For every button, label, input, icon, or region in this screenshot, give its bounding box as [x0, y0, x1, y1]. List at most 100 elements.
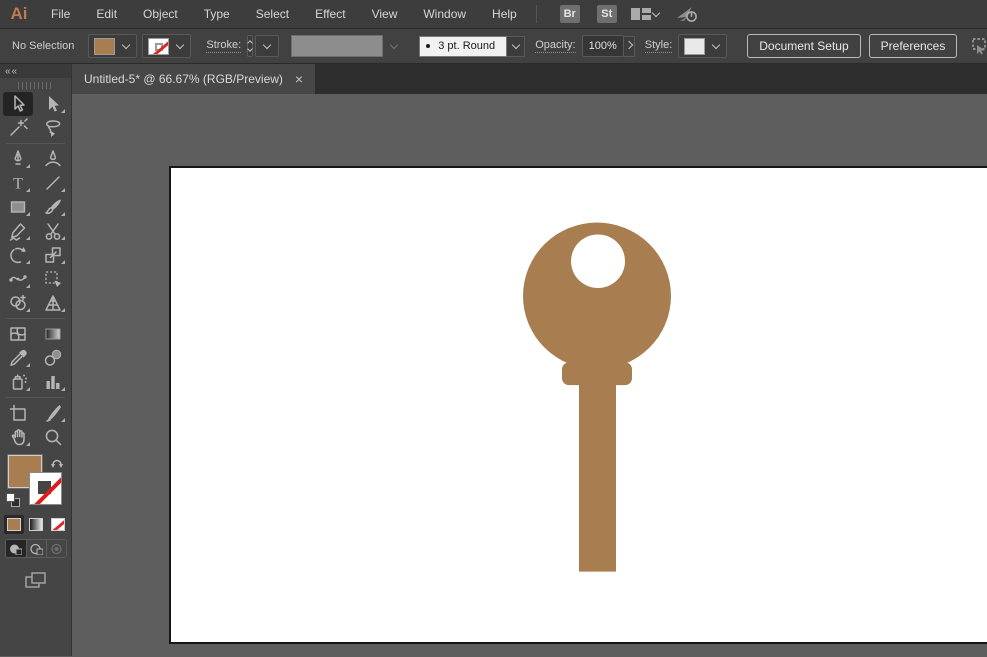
blend-tool[interactable]	[38, 346, 68, 370]
artboard-tool[interactable]	[3, 401, 33, 425]
select-similar-dropdown[interactable]	[969, 37, 987, 55]
illustrator-logo: Ai	[0, 4, 38, 24]
free-transform-tool[interactable]	[38, 267, 68, 291]
shaper-tool[interactable]	[3, 219, 33, 243]
preferences-button[interactable]: Preferences	[869, 34, 958, 58]
document-setup-button[interactable]: Document Setup	[747, 34, 860, 58]
brush-definition-field[interactable]: 3 pt. Round	[419, 36, 507, 57]
document-tab-bar: Untitled-5* @ 66.67% (RGB/Preview) ×	[72, 64, 987, 94]
default-fill-stroke-button[interactable]	[6, 493, 20, 507]
gpu-performance-icon	[675, 5, 699, 23]
style-label: Style:	[645, 39, 673, 53]
graphic-style-dropdown[interactable]	[678, 34, 727, 58]
menu-file[interactable]: File	[38, 1, 83, 27]
menu-object[interactable]: Object	[130, 1, 191, 27]
opacity-label[interactable]: Opacity:	[535, 39, 575, 53]
pen-tool[interactable]	[3, 147, 33, 171]
fill-color-swatch	[94, 38, 115, 55]
zoom-tool[interactable]	[38, 425, 68, 449]
canvas-column: Untitled-5* @ 66.67% (RGB/Preview) ×	[72, 64, 987, 656]
type-tool[interactable]: T	[3, 171, 33, 195]
magic-wand-tool[interactable]	[3, 116, 33, 140]
tools-panel-grip[interactable]	[18, 81, 53, 90]
draw-behind-icon	[30, 543, 43, 555]
menu-edit[interactable]: Edit	[83, 1, 130, 27]
draw-normal-button[interactable]	[6, 540, 26, 557]
chevron-down-icon	[511, 41, 519, 49]
menu-effect[interactable]: Effect	[302, 1, 358, 27]
artboard[interactable]	[169, 166, 987, 644]
stroke-weight-combobox[interactable]	[255, 35, 279, 57]
symbol-sprayer-tool[interactable]	[3, 370, 33, 394]
hand-tool[interactable]	[3, 425, 33, 449]
direct-selection-tool[interactable]	[38, 92, 68, 116]
key-hole[interactable]	[571, 234, 625, 288]
brush-dropdown-button[interactable]	[507, 36, 525, 57]
rotate-tool[interactable]	[3, 243, 33, 267]
fill-stroke-controls	[4, 455, 67, 511]
opacity-input[interactable]: 100%	[582, 35, 624, 57]
draw-normal-icon	[9, 543, 22, 555]
width-tool[interactable]	[3, 267, 33, 291]
stock-button[interactable]: St	[597, 5, 617, 23]
collapse-panel-button[interactable]: ««	[5, 66, 18, 77]
screen-mode-icon	[24, 570, 48, 590]
brush-definition-dropdown[interactable]: 3 pt. Round	[419, 36, 525, 57]
color-button[interactable]	[4, 515, 24, 534]
rectangle-tool[interactable]	[3, 195, 33, 219]
opacity-expand-button[interactable]	[624, 36, 635, 57]
menu-window[interactable]: Window	[410, 1, 479, 27]
workspace: «« T	[0, 64, 987, 656]
shape-builder-tool[interactable]	[3, 291, 33, 315]
eyedropper-tool[interactable]	[3, 346, 33, 370]
swap-fill-stroke-button[interactable]	[50, 455, 65, 474]
selection-status: No Selection	[12, 40, 74, 52]
paintbrush-tool[interactable]	[38, 195, 68, 219]
gradient-tool[interactable]	[38, 322, 68, 346]
menu-type[interactable]: Type	[191, 1, 243, 27]
width-profile-preview	[291, 35, 383, 57]
menu-help[interactable]: Help	[479, 1, 530, 27]
scissors-tool[interactable]	[38, 219, 68, 243]
select-similar-icon	[969, 37, 987, 55]
key-shank[interactable]	[579, 371, 616, 571]
chevron-down-icon	[651, 9, 659, 17]
chevron-down-icon	[712, 41, 720, 49]
draw-inside-button	[46, 540, 66, 557]
column-graph-tool[interactable]	[38, 370, 68, 394]
none-button[interactable]	[48, 515, 68, 534]
line-segment-tool[interactable]	[38, 171, 68, 195]
menu-items: File Edit Object Type Select Effect View…	[38, 1, 530, 27]
pasteboard[interactable]	[72, 94, 987, 656]
document-tab[interactable]: Untitled-5* @ 66.67% (RGB/Preview) ×	[72, 64, 315, 94]
key-artwork[interactable]	[171, 168, 987, 642]
brush-definition-value: 3 pt. Round	[438, 40, 495, 52]
lasso-tool[interactable]	[38, 116, 68, 140]
tool-group-separator	[0, 140, 71, 147]
fill-color-dropdown[interactable]	[88, 34, 137, 58]
stroke-weight-label[interactable]: Stroke:	[206, 39, 241, 53]
slice-tool[interactable]	[38, 401, 68, 425]
perspective-grid-tool[interactable]	[38, 291, 68, 315]
stroke-weight-stepper[interactable]	[247, 35, 253, 57]
draw-inside-icon	[50, 543, 63, 555]
stroke-color-dropdown[interactable]	[142, 34, 191, 58]
selection-tool[interactable]	[3, 92, 33, 116]
close-tab-button[interactable]: ×	[295, 72, 303, 86]
stepper-up-icon	[247, 40, 253, 46]
change-screen-mode-button[interactable]	[0, 570, 71, 590]
gpu-performance-button[interactable]	[675, 5, 699, 23]
tools-panel-header: ««	[0, 64, 71, 78]
arrange-documents-button[interactable]	[631, 7, 661, 21]
stroke-proxy-swatch[interactable]	[29, 472, 62, 505]
tool-group-separator	[0, 315, 71, 322]
bridge-button[interactable]: Br	[560, 5, 580, 23]
menu-bar: Ai File Edit Object Type Select Effect V…	[0, 0, 987, 29]
gradient-button[interactable]	[26, 515, 46, 534]
draw-behind-button[interactable]	[26, 540, 46, 557]
mesh-tool[interactable]	[3, 322, 33, 346]
curvature-tool[interactable]	[38, 147, 68, 171]
menu-view[interactable]: View	[359, 1, 411, 27]
scale-tool[interactable]	[38, 243, 68, 267]
menu-select[interactable]: Select	[243, 1, 302, 27]
